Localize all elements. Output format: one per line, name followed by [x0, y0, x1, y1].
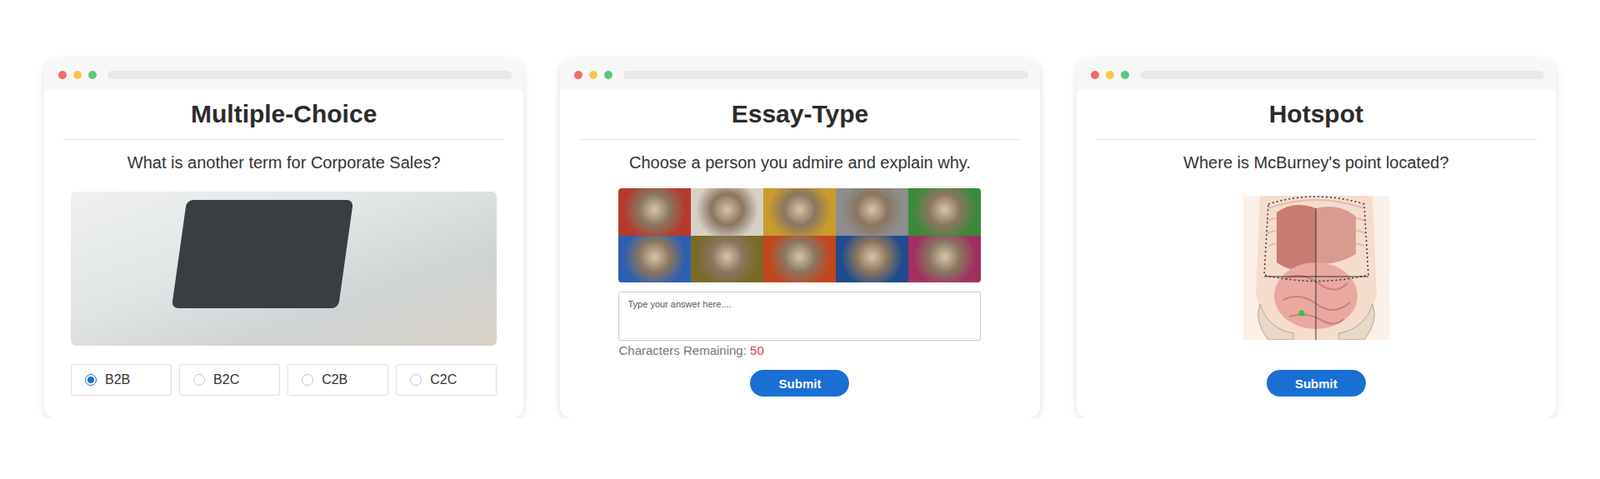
radio-icon[interactable]: [85, 374, 97, 386]
question-types-page: Multiple-Choice What is another term for …: [0, 0, 1600, 419]
abdomen-diagram[interactable]: [1243, 195, 1390, 340]
multiple-choice-card: Multiple-Choice What is another term for …: [44, 59, 524, 419]
close-dot-icon: [574, 70, 583, 80]
radio-icon[interactable]: [193, 374, 205, 386]
laptop-photo: [70, 191, 497, 346]
radio-icon[interactable]: [410, 374, 422, 386]
card-title: Multiple-Choice: [63, 99, 505, 140]
browser-bar: [44, 59, 524, 90]
card-title: Hotspot: [1095, 99, 1537, 140]
submit-button[interactable]: Submit: [750, 370, 850, 397]
browser-bar: [1076, 59, 1556, 90]
minimize-dot-icon: [589, 70, 598, 80]
question-text: Where is McBurney's point located?: [1076, 152, 1556, 173]
close-dot-icon: [1090, 70, 1100, 80]
address-bar: [1140, 70, 1545, 80]
option[interactable]: C2B: [287, 364, 389, 396]
options-row: B2BB2CC2BC2C: [70, 364, 497, 396]
option[interactable]: B2C: [179, 364, 280, 396]
address-bar: [107, 70, 512, 80]
maximize-dot-icon: [1120, 70, 1130, 80]
portraits-photo: [618, 188, 981, 283]
minimize-dot-icon: [1105, 70, 1115, 80]
hotspot-card: Hotspot Where is McBurney's point located…: [1076, 59, 1556, 419]
option[interactable]: C2C: [395, 364, 497, 396]
maximize-dot-icon: [604, 70, 613, 80]
card-title: Essay-Type: [579, 99, 1020, 140]
browser-bar: [560, 59, 1040, 90]
close-dot-icon: [58, 70, 67, 80]
characters-remaining: Characters Remaining: 50: [618, 343, 981, 359]
minimize-dot-icon: [73, 70, 82, 80]
radio-icon[interactable]: [301, 374, 314, 386]
maximize-dot-icon: [88, 70, 97, 80]
question-text: Choose a person you admire and explain w…: [560, 152, 1040, 173]
submit-button[interactable]: Submit: [1266, 370, 1366, 397]
option[interactable]: B2B: [70, 364, 172, 396]
hotspot-marker: [1298, 310, 1305, 317]
question-text: What is another term for Corporate Sales…: [44, 152, 524, 173]
address-bar: [623, 70, 1028, 80]
essay-card: Essay-Type Choose a person you admire and…: [560, 59, 1040, 419]
answer-field[interactable]: [618, 291, 981, 341]
